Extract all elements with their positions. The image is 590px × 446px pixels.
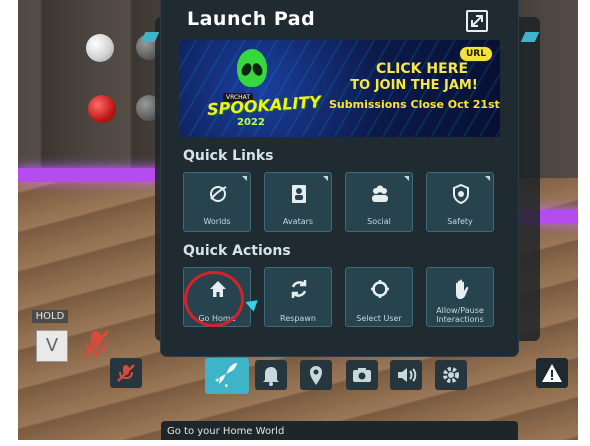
- quick-link-safety[interactable]: Safety: [426, 172, 494, 232]
- neon-strip-left: [18, 168, 168, 182]
- launch-pad-tab[interactable]: [205, 358, 249, 394]
- event-year: 2022: [237, 117, 265, 128]
- mic-muted-icon: [117, 364, 135, 382]
- corner-indicator: [242, 176, 247, 181]
- tile-label: Avatars: [282, 217, 314, 226]
- alien-eye: [239, 61, 254, 78]
- highlight-ring: [184, 271, 244, 327]
- banner-cta-line2: TO JOIN THE JAM!: [350, 78, 478, 93]
- tile-label: Respawn: [280, 314, 316, 323]
- safety-icon: [453, 183, 469, 205]
- event-banner[interactable]: VRCHAT SPOOKALITY 2022 URL CLICK HERE TO…: [179, 40, 500, 137]
- worlds-icon: [210, 186, 227, 202]
- location-tab[interactable]: [300, 360, 332, 390]
- allow-pause-interactions-button[interactable]: Allow/Pause Interactions: [426, 267, 494, 327]
- corner-indicator: [485, 176, 490, 181]
- avatars-icon: [292, 185, 306, 203]
- alien-eye: [250, 61, 265, 78]
- mic-muted-icon: [82, 329, 110, 359]
- push-to-talk-key: V: [36, 330, 68, 362]
- quick-link-worlds[interactable]: Worlds: [183, 172, 251, 232]
- tile-label: Select User: [356, 314, 402, 323]
- crosshair-icon: [371, 280, 389, 298]
- tile-label: Social: [367, 217, 391, 226]
- bell-icon: [263, 367, 279, 386]
- audio-tab[interactable]: [390, 360, 422, 390]
- social-icon: [372, 185, 388, 202]
- camera-icon: [353, 368, 371, 382]
- notifications-tab[interactable]: [255, 360, 287, 390]
- banner-deadline: Submissions Close Oct 21st: [329, 98, 500, 111]
- white-sphere: [86, 34, 114, 62]
- tile-label: Worlds: [203, 217, 231, 226]
- safety-alert-button[interactable]: [536, 358, 568, 388]
- corner-indicator: [404, 176, 409, 181]
- red-sphere: [88, 95, 116, 123]
- map-pin-icon: [310, 366, 322, 385]
- respawn-icon: [291, 280, 307, 298]
- mic-toggle-button[interactable]: [110, 358, 142, 388]
- settings-tab[interactable]: [435, 360, 467, 390]
- corner-indicator: [323, 176, 328, 181]
- url-badge: URL: [459, 46, 493, 62]
- alien-icon: [237, 49, 267, 87]
- world-scene: Launch Pad VRCHAT SPOOKALITY 2022 URL CL…: [0, 0, 590, 446]
- rocket-icon: [215, 363, 237, 388]
- gear-icon: [443, 367, 459, 383]
- banner-cta-line1: CLICK HERE: [375, 61, 469, 77]
- panel-title: Launch Pad: [187, 8, 316, 30]
- tile-label-line2: Interactions: [436, 315, 484, 324]
- camera-tab[interactable]: [346, 360, 378, 390]
- frame-border-right: [578, 0, 590, 446]
- select-user-button[interactable]: Select User: [345, 267, 413, 327]
- frame-border-left: [0, 0, 18, 446]
- quick-actions-title: Quick Actions: [183, 243, 291, 259]
- warning-icon: [542, 364, 562, 382]
- hand-icon: [456, 279, 469, 299]
- expand-icon[interactable]: [466, 10, 488, 32]
- quick-link-avatars[interactable]: Avatars: [264, 172, 332, 232]
- quick-links-title: Quick Links: [183, 148, 274, 164]
- tile-label: Safety: [447, 217, 473, 226]
- tile-label: Allow/Pause: [436, 306, 484, 315]
- speaker-icon: [398, 368, 417, 382]
- frame-border-bottom: [0, 440, 590, 446]
- hold-indicator: HOLD: [32, 310, 68, 323]
- quick-link-social[interactable]: Social: [345, 172, 413, 232]
- respawn-button[interactable]: Respawn: [264, 267, 332, 327]
